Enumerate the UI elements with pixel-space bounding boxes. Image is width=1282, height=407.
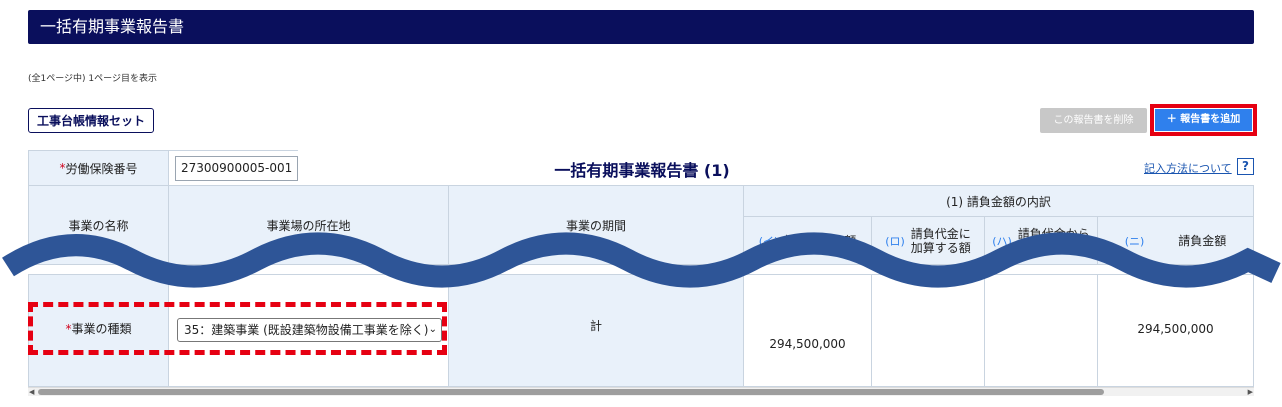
horizontal-scrollbar[interactable]: ◀ ▶ [28, 387, 1254, 396]
scroll-thumb[interactable] [38, 389, 1104, 395]
add-report-button[interactable]: ＋ 報告書を追加 [1155, 109, 1252, 131]
delete-report-button[interactable]: この報告書を削除 [1040, 108, 1147, 133]
insurance-number-label: * 労働保険番号 [28, 150, 169, 186]
page-title-bar: 一括有期事業報告書 [28, 10, 1254, 44]
report-title: 一括有期事業報告書 (1) [554, 161, 730, 180]
page-title: 一括有期事業報告書 [40, 17, 185, 36]
add-report-highlight: ＋ 報告書を追加 [1150, 104, 1257, 136]
page-info: (全1ページ中) 1ページ目を表示 [28, 74, 157, 84]
scroll-left-icon[interactable]: ◀ [29, 388, 34, 396]
wave-decoration [2, 232, 1281, 288]
business-type-highlight [28, 302, 447, 355]
help-link[interactable]: 記入方法について [1144, 160, 1232, 176]
contract-breakdown-header: (1) 請負金額の内訳 [743, 185, 1254, 217]
help-icon[interactable]: ? [1237, 158, 1254, 175]
scroll-right-icon[interactable]: ▶ [1248, 388, 1253, 396]
insurance-number-input[interactable]: 27300900005-001 [175, 156, 298, 181]
construction-ledger-set-button[interactable]: 工事台帳情報セット [28, 108, 155, 133]
